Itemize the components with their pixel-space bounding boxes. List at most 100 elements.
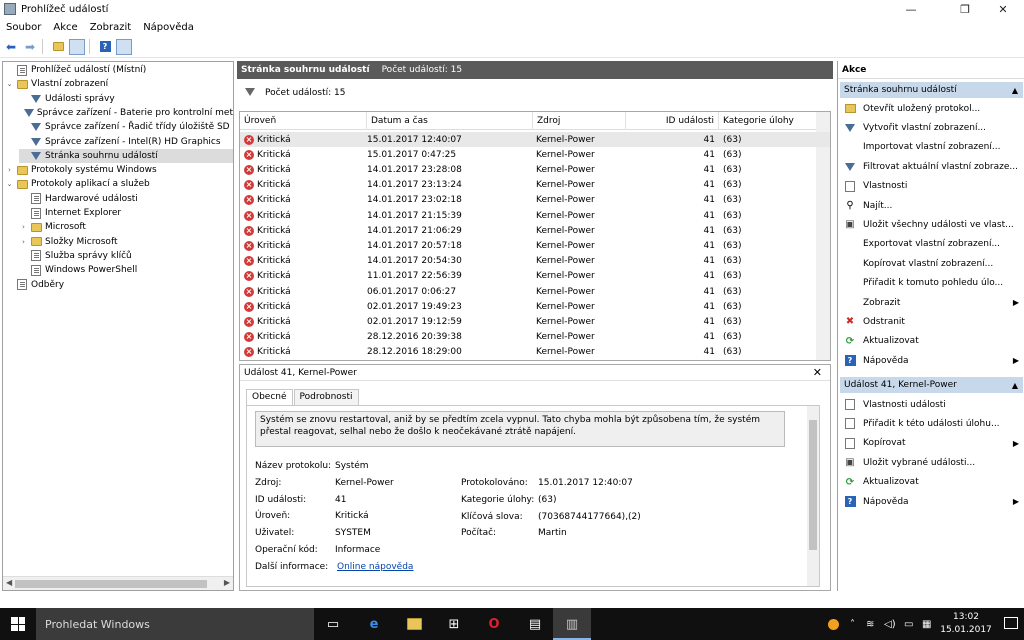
show-hide-action-pane-icon[interactable]: [116, 38, 132, 55]
start-button[interactable]: [0, 608, 36, 640]
menu-item-3[interactable]: Nápověda: [137, 22, 200, 33]
back-arrow-icon[interactable]: ⬅: [3, 39, 19, 55]
tree-item[interactable]: Správce zařízení - Baterie pro kontrolní…: [19, 106, 233, 120]
action-item[interactable]: ⟳ Aktualizovat: [840, 332, 1023, 351]
action-item[interactable]: ? Nápověda ▶: [840, 351, 1023, 370]
table-row[interactable]: × Kritická 14.01.2017 23:02:18 Kernel-Power…: [240, 193, 830, 208]
forward-arrow-icon[interactable]: ➡: [22, 39, 38, 55]
scrollbar-thumb[interactable]: [15, 580, 207, 588]
up-folder-icon[interactable]: [50, 39, 66, 55]
table-row[interactable]: × Kritická 02.01.2017 19:12:59 Kernel-Power…: [240, 314, 830, 329]
action-item[interactable]: ✖ Odstranit: [840, 312, 1023, 331]
column-header-source[interactable]: Zdroj: [533, 112, 626, 130]
table-row[interactable]: × Kritická 14.01.2017 23:13:24 Kernel-Power…: [240, 178, 830, 193]
tree-item[interactable]: Odběry: [5, 278, 233, 292]
tree-item[interactable]: Správce zařízení - Intel(R) HD Graphics: [19, 135, 233, 149]
column-header-task-category[interactable]: Kategorie úlohy: [719, 112, 818, 130]
action-item[interactable]: Exportovat vlastní zobrazení...: [840, 235, 1023, 254]
action-item[interactable]: ▣ Uložit vybrané události...: [840, 453, 1023, 472]
battery-icon[interactable]: ▭: [904, 608, 913, 640]
action-item[interactable]: Vytvořit vlastní zobrazení...: [840, 118, 1023, 137]
collapse-section-icon[interactable]: ▲: [1012, 381, 1018, 390]
table-row[interactable]: × Kritická 06.01.2017 0:06:27 Kernel-Power 4…: [240, 284, 830, 299]
taskbar-search-box[interactable]: Prohledat Windows: [36, 608, 314, 640]
table-row[interactable]: × Kritická 28.12.2016 18:29:00 Kernel-Power…: [240, 345, 830, 360]
expand-toggle-icon[interactable]: ›: [19, 238, 28, 246]
section-event-summary-page[interactable]: Stránka souhrnu událostí ▲: [840, 82, 1023, 98]
table-row[interactable]: × Kritická 14.01.2017 20:57:18 Kernel-Power…: [240, 238, 830, 253]
scroll-right-icon[interactable]: ▶: [224, 578, 230, 587]
action-center-icon[interactable]: [1004, 617, 1018, 629]
tray-notification-icon[interactable]: [828, 608, 839, 640]
table-row[interactable]: × Kritická 15.01.2017 0:47:25 Kernel-Power 4…: [240, 147, 830, 162]
tree-item[interactable]: ⌄ Protokoly aplikací a služeb: [5, 177, 233, 191]
tree-item[interactable]: › Microsoft: [19, 220, 233, 234]
action-item[interactable]: Vlastnosti: [840, 177, 1023, 196]
show-hide-tree-icon[interactable]: [69, 38, 85, 55]
tree-item[interactable]: Internet Explorer: [19, 206, 233, 220]
table-row[interactable]: × Kritická 15.01.2017 12:40:07 Kernel-Power…: [240, 132, 830, 147]
detail-vertical-scrollbar[interactable]: [807, 406, 819, 586]
table-row[interactable]: × Kritická 14.01.2017 21:15:39 Kernel-Power…: [240, 208, 830, 223]
action-item[interactable]: Otevřít uložený protokol...: [840, 99, 1023, 118]
action-item[interactable]: ▣ Uložit všechny události ve vlast...: [840, 215, 1023, 234]
column-header-datetime[interactable]: Datum a čas: [367, 112, 533, 130]
tab-general[interactable]: Obecné: [246, 389, 293, 405]
scrollbar-thumb[interactable]: [809, 420, 817, 550]
wifi-icon[interactable]: ≋: [866, 608, 874, 640]
close-detail-icon[interactable]: ✕: [813, 366, 822, 379]
device-manager-icon[interactable]: ▤: [525, 614, 545, 634]
task-view-icon[interactable]: ▭: [323, 614, 343, 634]
tab-details[interactable]: Podrobnosti: [293, 389, 359, 405]
section-event-41[interactable]: Událost 41, Kernel-Power ▲: [840, 377, 1023, 393]
action-item[interactable]: ⟳ Aktualizovat: [840, 473, 1023, 492]
expand-toggle-icon[interactable]: ⌄: [5, 80, 14, 88]
table-row[interactable]: × Kritická 14.01.2017 23:28:08 Kernel-Power…: [240, 162, 830, 177]
menu-item-0[interactable]: Soubor: [0, 22, 47, 33]
column-header-level[interactable]: Úroveň: [240, 112, 367, 130]
tree-item[interactable]: › Protokoly systému Windows: [5, 163, 233, 177]
column-header-event-id[interactable]: ID události: [626, 112, 719, 130]
action-item[interactable]: Přiřadit k tomuto pohledu úlo...: [840, 274, 1023, 293]
action-item[interactable]: ? Nápověda ▶: [840, 492, 1023, 511]
table-row[interactable]: × Kritická 14.01.2017 20:54:30 Kernel-Power…: [240, 254, 830, 269]
action-item[interactable]: ⚲ Najít...: [840, 196, 1023, 215]
action-item[interactable]: Importovat vlastní zobrazení...: [840, 138, 1023, 157]
taskbar-clock[interactable]: 13:02 15.01.2017: [940, 611, 992, 637]
action-item[interactable]: Vlastnosti události: [840, 395, 1023, 414]
close-button[interactable]: ✕: [980, 0, 1024, 18]
edge-browser-icon[interactable]: e: [364, 614, 384, 634]
table-row[interactable]: × Kritická 28.12.2016 20:39:38 Kernel-Power…: [240, 330, 830, 345]
tree-item[interactable]: Správce zařízení - Řadič třídy úložiště …: [19, 120, 233, 134]
tree-item[interactable]: Hardwarové události: [19, 192, 233, 206]
file-explorer-icon[interactable]: [404, 614, 424, 634]
tree-item[interactable]: Služba správy klíčů: [19, 249, 233, 263]
action-item[interactable]: Přiřadit k této události úlohu...: [840, 414, 1023, 433]
tree-item[interactable]: Prohlížeč událostí (Místní): [5, 63, 233, 77]
keyboard-icon[interactable]: ▦: [922, 608, 931, 640]
store-icon[interactable]: ⊞: [444, 614, 464, 634]
expand-toggle-icon[interactable]: ›: [5, 166, 14, 174]
tree-item[interactable]: Stránka souhrnu událostí: [19, 148, 233, 163]
scroll-left-icon[interactable]: ◀: [6, 578, 12, 587]
table-row[interactable]: × Kritická 14.01.2017 21:06:29 Kernel-Power…: [240, 223, 830, 238]
tree-item[interactable]: Události správy: [19, 92, 233, 106]
help-icon[interactable]: ?: [97, 39, 113, 55]
table-row[interactable]: × Kritická 11.01.2017 22:56:39 Kernel-Power…: [240, 269, 830, 284]
menu-item-2[interactable]: Zobrazit: [84, 22, 138, 33]
expand-toggle-icon[interactable]: ⌄: [5, 180, 14, 188]
volume-icon[interactable]: ◁): [884, 608, 896, 640]
show-hidden-icons-icon[interactable]: ˄: [850, 608, 855, 640]
expand-toggle-icon[interactable]: ›: [19, 223, 28, 231]
tree-item[interactable]: › Složky Microsoft: [19, 235, 233, 249]
table-row[interactable]: × Kritická 02.01.2017 19:49:23 Kernel-Power…: [240, 299, 830, 314]
tree-item[interactable]: ⌄ Vlastní zobrazení: [5, 77, 233, 91]
minimize-button[interactable]: —: [888, 0, 934, 18]
action-item[interactable]: Filtrovat aktuální vlastní zobraze...: [840, 157, 1023, 176]
menu-item-1[interactable]: Akce: [47, 22, 83, 33]
tree-horizontal-scrollbar[interactable]: ◀ ▶: [3, 576, 233, 590]
action-item[interactable]: Kopírovat vlastní zobrazení...: [840, 254, 1023, 273]
collapse-section-icon[interactable]: ▲: [1012, 86, 1018, 95]
online-help-link[interactable]: Online nápověda: [337, 562, 413, 572]
tree-item[interactable]: Windows PowerShell: [19, 263, 233, 277]
